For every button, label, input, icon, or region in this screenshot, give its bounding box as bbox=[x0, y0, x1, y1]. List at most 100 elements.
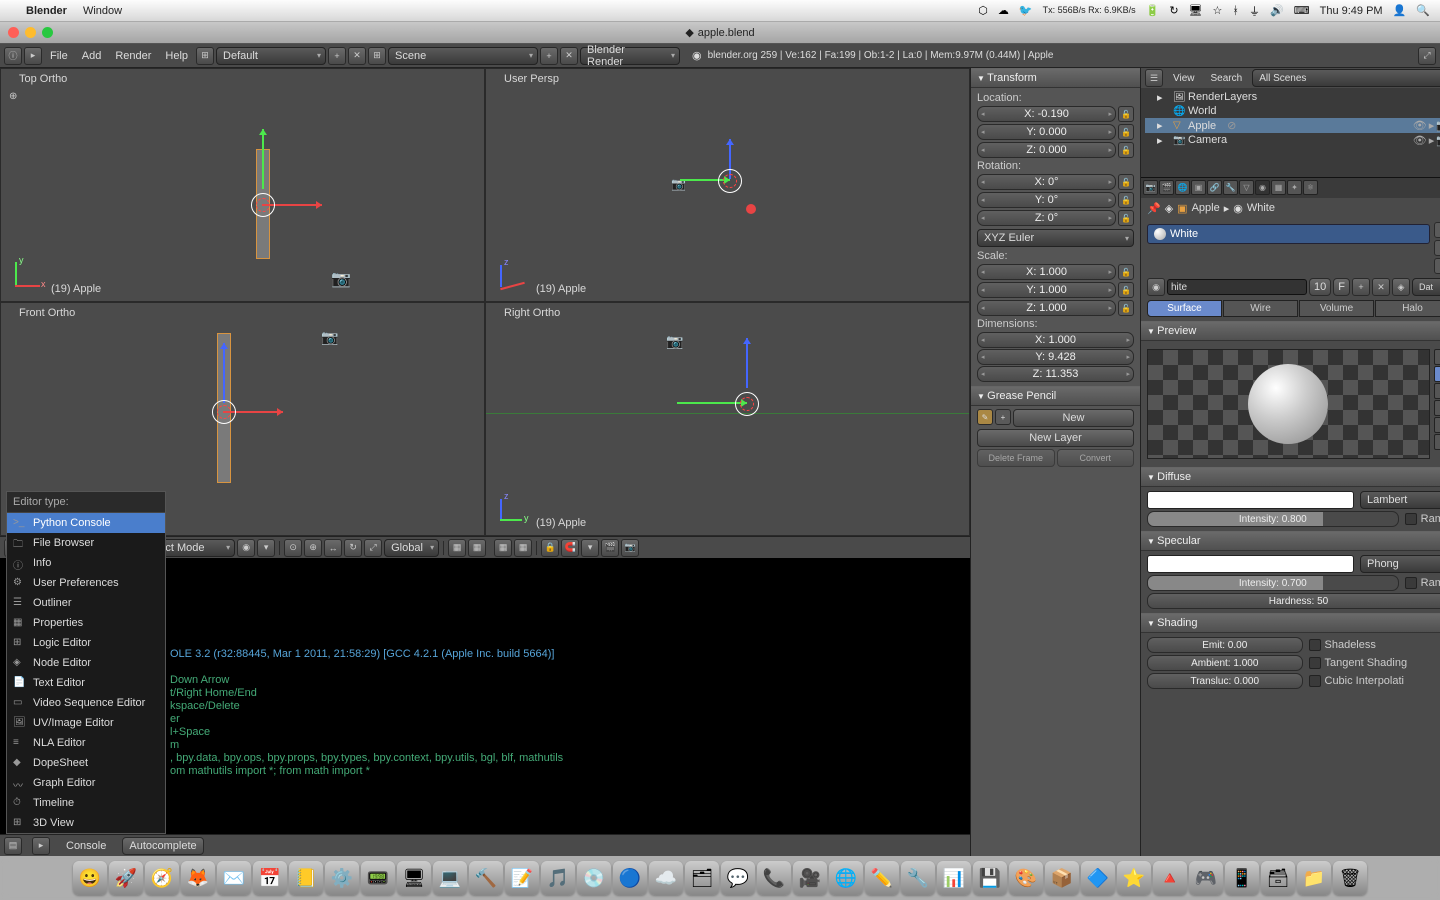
dock-app-icon[interactable]: 💻 bbox=[433, 861, 467, 895]
ambient-slider[interactable]: Ambient: 1.000 bbox=[1147, 655, 1303, 671]
add-material-button[interactable]: + bbox=[1434, 222, 1440, 238]
preview-cube-icon[interactable] bbox=[1434, 383, 1440, 399]
dock-app-icon[interactable]: 🔺 bbox=[1153, 861, 1187, 895]
preview-flat-icon[interactable] bbox=[1434, 349, 1440, 365]
dock-app-icon[interactable]: 🔧 bbox=[901, 861, 935, 895]
cubic-checkbox[interactable] bbox=[1309, 675, 1321, 687]
constraints-tab-icon[interactable]: 🔗 bbox=[1207, 180, 1222, 195]
outliner-item-world[interactable]: 🌐World bbox=[1145, 104, 1440, 118]
layer-button[interactable]: ▦ bbox=[514, 539, 532, 557]
specular-intensity-slider[interactable]: Intensity: 0.700 bbox=[1147, 575, 1399, 591]
pencil-icon[interactable]: ✎ bbox=[977, 409, 993, 425]
display-icon[interactable]: 🖥 bbox=[1189, 4, 1203, 17]
new-gp-button[interactable]: New bbox=[1013, 409, 1134, 427]
app-menu[interactable]: Blender bbox=[26, 5, 67, 17]
minimize-window-button[interactable] bbox=[25, 27, 36, 38]
dim-y-field[interactable]: Y: 9.428 bbox=[977, 349, 1134, 365]
clock[interactable]: Thu 9:49 PM bbox=[1320, 5, 1383, 17]
lock-icon[interactable]: 🔓 bbox=[1118, 282, 1134, 298]
physics-tab-icon[interactable]: ⚛ bbox=[1303, 180, 1318, 195]
fake-user-button[interactable]: F bbox=[1333, 278, 1350, 296]
new-layer-button[interactable]: New Layer bbox=[977, 429, 1134, 447]
screen-layout-dropdown[interactable]: Default bbox=[216, 47, 326, 65]
dock-app-icon[interactable]: 🔵 bbox=[613, 861, 647, 895]
dock-app-icon[interactable]: 🖥 bbox=[397, 861, 431, 895]
world-tab-icon[interactable]: 🌐 bbox=[1175, 180, 1190, 195]
diffuse-color[interactable] bbox=[1147, 491, 1354, 509]
editor-menu-item-text-editor[interactable]: Text Editor bbox=[7, 673, 165, 693]
lock-icon[interactable]: 🔓 bbox=[1118, 124, 1134, 140]
breadcrumb-material[interactable]: White bbox=[1247, 202, 1275, 214]
add-icon[interactable]: + bbox=[995, 409, 1011, 425]
dock-app-icon[interactable]: 💬 bbox=[721, 861, 755, 895]
help-menu[interactable]: Help bbox=[159, 48, 194, 64]
shading-solid-icon[interactable]: ◉ bbox=[237, 539, 255, 557]
rotation-y-field[interactable]: Y: 0° bbox=[977, 192, 1116, 208]
editor-menu-item-nla[interactable]: NLA Editor bbox=[7, 733, 165, 753]
hardness-slider[interactable]: Hardness: 50 bbox=[1147, 593, 1440, 609]
scene-dropdown[interactable]: Scene bbox=[388, 47, 538, 65]
remove-material-button[interactable]: − bbox=[1434, 240, 1440, 256]
editor-type-icon[interactable]: ☰ bbox=[1145, 69, 1163, 87]
dock-app-icon[interactable]: 📅 bbox=[253, 861, 287, 895]
spotlight-icon[interactable]: 🔍 bbox=[1416, 4, 1430, 17]
editor-menu-item-user-preferences[interactable]: User Preferences bbox=[7, 573, 165, 593]
dock-app-icon[interactable]: ☁️ bbox=[649, 861, 683, 895]
twitter-icon[interactable]: 🐦 bbox=[1019, 4, 1033, 17]
outliner-item-apple[interactable]: ▸▽Apple⊘👁▸📷 bbox=[1145, 118, 1440, 133]
wire-tab[interactable]: Wire bbox=[1223, 300, 1298, 317]
dock-app-icon[interactable]: 📟 bbox=[361, 861, 395, 895]
outliner-item-camera[interactable]: ▸📷Camera👁▸📷 bbox=[1145, 133, 1440, 147]
convert-button[interactable]: Convert bbox=[1057, 449, 1135, 467]
diffuse-intensity-slider[interactable]: Intensity: 0.800 bbox=[1147, 511, 1399, 527]
lock-icon[interactable]: 🔓 bbox=[1118, 300, 1134, 316]
dock-app-icon[interactable]: 📱 bbox=[1225, 861, 1259, 895]
editor-menu-item-node-editor[interactable]: Node Editor bbox=[7, 653, 165, 673]
render-tab-icon[interactable]: 📷 bbox=[1143, 180, 1158, 195]
dock-app-icon[interactable]: ✏️ bbox=[865, 861, 899, 895]
console-menu[interactable]: Console bbox=[60, 838, 112, 854]
diffuse-header[interactable]: Diffuse bbox=[1141, 467, 1440, 487]
dock-app-icon[interactable]: 🎥 bbox=[793, 861, 827, 895]
halo-tab[interactable]: Halo bbox=[1375, 300, 1440, 317]
dock-app-icon[interactable]: 🗃 bbox=[1261, 861, 1295, 895]
dropbox-icon[interactable]: ⬡ bbox=[978, 4, 988, 17]
object-tab-icon[interactable]: ▣ bbox=[1191, 180, 1206, 195]
specular-shader-dropdown[interactable]: Phong bbox=[1360, 555, 1440, 573]
location-x-field[interactable]: X: -0.190 bbox=[977, 106, 1116, 122]
pivot-icon[interactable]: ⊙ bbox=[284, 539, 302, 557]
dock-app-icon[interactable]: ⭐ bbox=[1117, 861, 1151, 895]
star-icon[interactable]: ☆ bbox=[1213, 4, 1223, 17]
editor-menu-item-properties[interactable]: Properties bbox=[7, 613, 165, 633]
scale-y-field[interactable]: Y: 1.000 bbox=[977, 282, 1116, 298]
render-menu[interactable]: Render bbox=[109, 48, 157, 64]
lock-icon[interactable]: 🔓 bbox=[1118, 264, 1134, 280]
dock-trash-icon[interactable]: 🗑 bbox=[1333, 861, 1367, 895]
lock-icon[interactable]: 🔓 bbox=[1118, 174, 1134, 190]
link-dropdown[interactable]: Dat bbox=[1412, 278, 1440, 296]
outliner-item-renderlayers[interactable]: ▸🖼RenderLayers bbox=[1145, 90, 1440, 104]
back-to-previous-button[interactable]: ⤢ bbox=[1418, 47, 1436, 65]
dock-app-icon[interactable]: 🗂 bbox=[685, 861, 719, 895]
diffuse-ramp-checkbox[interactable] bbox=[1405, 513, 1417, 525]
preview-monkey-icon[interactable] bbox=[1434, 400, 1440, 416]
translate-manipulator-icon[interactable]: ↔ bbox=[324, 539, 342, 557]
rotation-x-field[interactable]: X: 0° bbox=[977, 174, 1116, 190]
render-anim-icon[interactable]: 📷 bbox=[621, 539, 639, 557]
specular-color[interactable] bbox=[1147, 555, 1354, 573]
dock-app-icon[interactable]: 🔷 bbox=[1081, 861, 1115, 895]
editor-menu-item-logic-editor[interactable]: Logic Editor bbox=[7, 633, 165, 653]
editor-menu-item-timeline[interactable]: Timeline bbox=[7, 793, 165, 813]
editor-menu-item-info[interactable]: Info bbox=[7, 553, 165, 573]
surface-tab[interactable]: Surface bbox=[1147, 300, 1222, 317]
scene-tab-icon[interactable]: 🎬 bbox=[1159, 180, 1174, 195]
editor-type-icon[interactable]: ▤ bbox=[4, 837, 22, 855]
editor-menu-item-vse[interactable]: Video Sequence Editor bbox=[7, 693, 165, 713]
dock-app-icon[interactable]: 💿 bbox=[577, 861, 611, 895]
file-menu[interactable]: File bbox=[44, 48, 74, 64]
editor-menu-item-outliner[interactable]: Outliner bbox=[7, 593, 165, 613]
preview-header[interactable]: Preview bbox=[1141, 321, 1440, 341]
shading-header[interactable]: Shading bbox=[1141, 613, 1440, 633]
add-menu[interactable]: Add bbox=[76, 48, 108, 64]
material-slot[interactable]: White bbox=[1147, 224, 1430, 244]
